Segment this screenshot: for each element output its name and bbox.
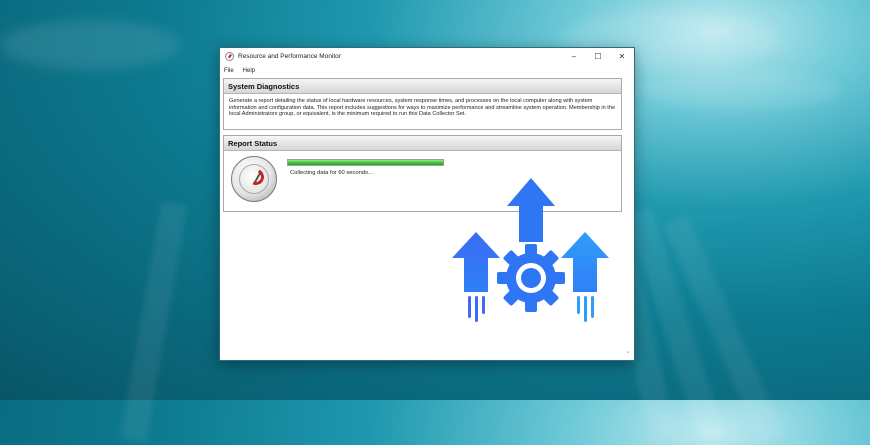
- system-diagnostics-panel: System Diagnostics Generate a report det…: [223, 78, 622, 130]
- window-title: Resource and Performance Monitor: [238, 53, 341, 60]
- progress-bar-fill: [288, 160, 443, 165]
- diagnostics-description: Generate a report detailing the status o…: [229, 98, 616, 118]
- system-diagnostics-heading: System Diagnostics: [224, 79, 621, 94]
- progress-bar: [287, 159, 444, 166]
- app-monitor-icon: [225, 52, 234, 61]
- menu-bar: File Help: [220, 65, 634, 76]
- title-bar[interactable]: Resource and Performance Monitor – ☐ ✕: [220, 48, 634, 65]
- status-text: Collecting data for 60 seconds...: [290, 170, 373, 176]
- maximize-button[interactable]: ☐: [586, 48, 610, 65]
- menu-file[interactable]: File: [224, 68, 234, 74]
- report-status-heading: Report Status: [224, 136, 621, 151]
- close-button[interactable]: ✕: [610, 48, 634, 65]
- performance-gauge-icon: [231, 156, 277, 202]
- chevron-down-icon[interactable]: ⌄: [625, 347, 631, 355]
- menu-help[interactable]: Help: [243, 68, 255, 74]
- minimize-button[interactable]: –: [562, 48, 586, 65]
- gear-arrows-icon: [452, 178, 609, 322]
